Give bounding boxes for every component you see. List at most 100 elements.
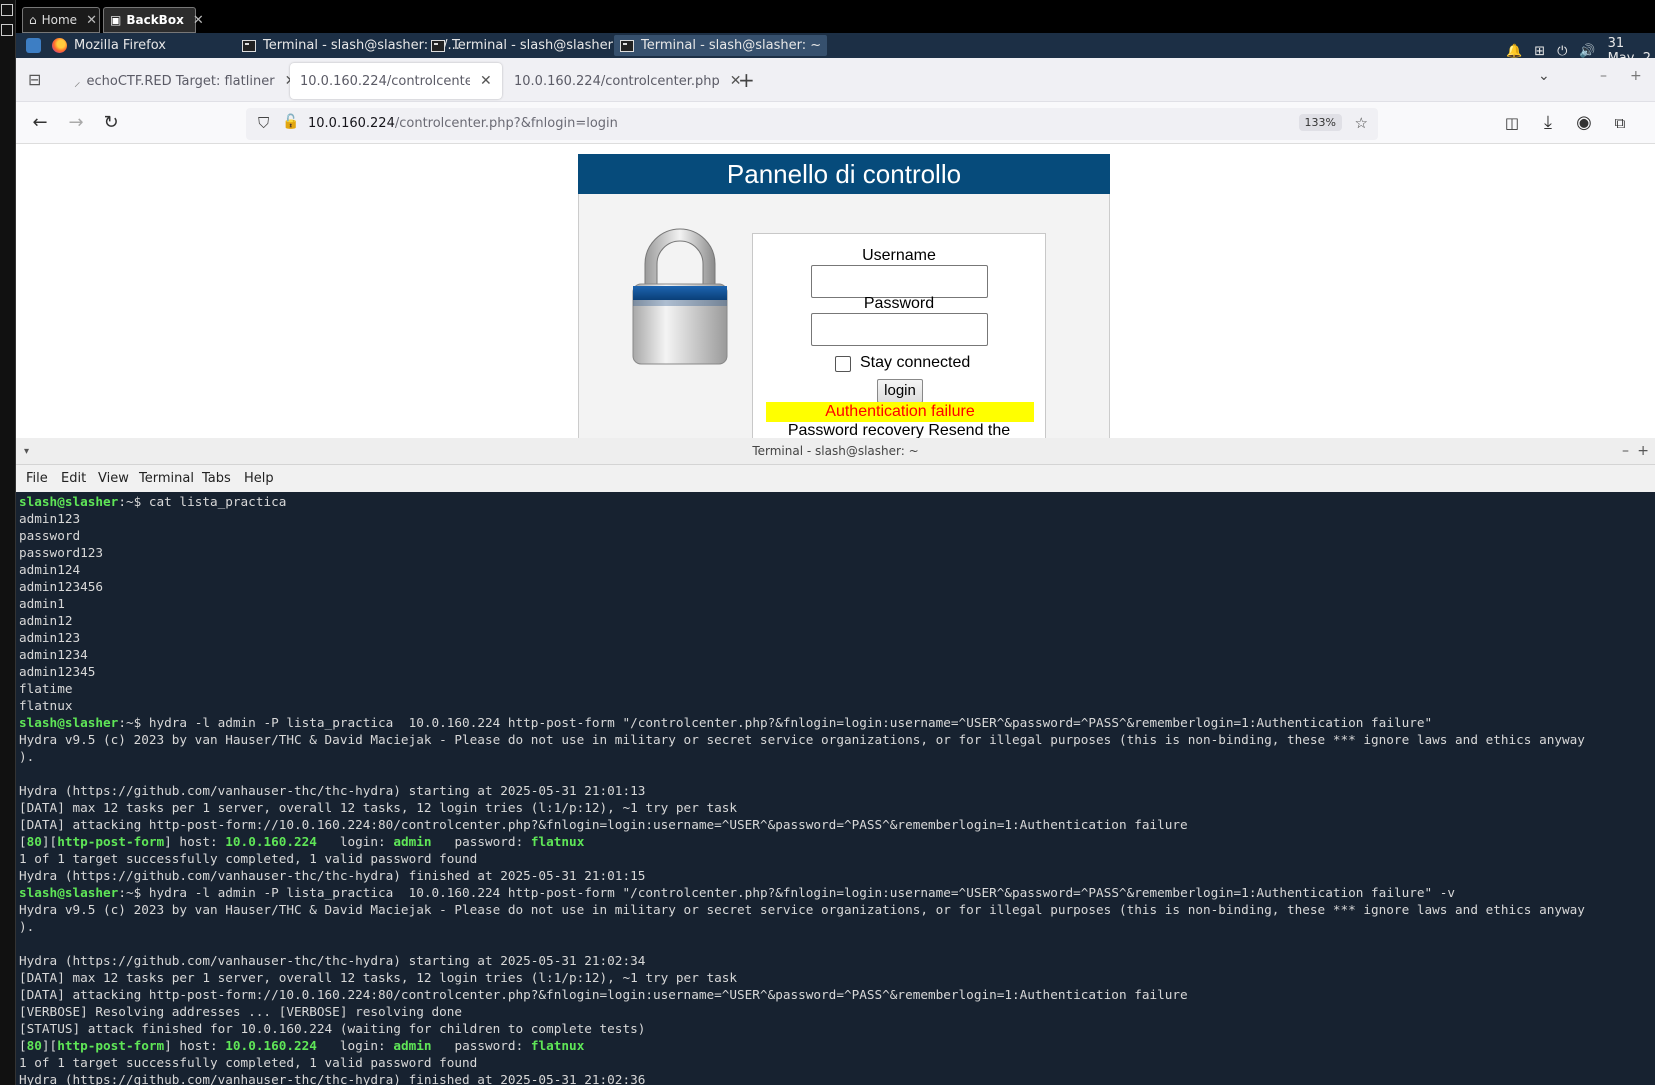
maximize-icon[interactable]: + bbox=[1630, 68, 1642, 84]
terminal-line: flatime bbox=[19, 681, 73, 696]
terminal-line: [DATA] attacking http-post-form://10.0.1… bbox=[19, 987, 1188, 1002]
terminal-line: admin124 bbox=[19, 562, 81, 577]
tab-title: 10.0.160.224/controlcenter.php?& bbox=[300, 73, 470, 89]
firefox-window: ⊟ ⸝ echoCTF.RED Target: flatliner ✕ 10.0… bbox=[16, 58, 1655, 438]
bookmark-star-icon[interactable]: ☆ bbox=[1355, 114, 1368, 132]
control-panel: Username Password Stay connected login A… bbox=[578, 194, 1110, 438]
terminal-line: admin1234 bbox=[19, 647, 88, 662]
insecure-lock-icon[interactable]: 🔓 bbox=[282, 114, 299, 130]
zoom-badge[interactable]: 133% bbox=[1298, 114, 1342, 131]
terminal-menubar: File Edit View Terminal Tabs Help bbox=[16, 465, 1655, 492]
reload-icon[interactable]: ↻ bbox=[99, 111, 123, 135]
firefox-icon bbox=[52, 38, 67, 53]
menu-tabs[interactable]: Tabs bbox=[202, 471, 231, 486]
close-icon[interactable]: ✕ bbox=[480, 73, 492, 89]
vm-tab-home[interactable]: ⌂ Home ✕ bbox=[22, 7, 100, 33]
window-menu-icon[interactable]: ▾ bbox=[24, 438, 29, 465]
power-icon[interactable]: ⏻ bbox=[1557, 44, 1567, 59]
terminal-line: flatnux bbox=[19, 698, 73, 713]
found-module: http-post-form bbox=[57, 834, 165, 849]
terminal-line: [DATA] attacking http-post-form://10.0.1… bbox=[19, 817, 1188, 832]
terminal-line: admin12345 bbox=[19, 664, 96, 679]
found-label: password: bbox=[431, 834, 531, 849]
menu-help[interactable]: Help bbox=[244, 471, 274, 486]
pocket-icon[interactable]: ◫ bbox=[1500, 111, 1524, 135]
app-menu-button[interactable] bbox=[20, 35, 47, 56]
menu-terminal[interactable]: Terminal bbox=[139, 471, 194, 486]
minimize-icon[interactable]: – bbox=[1622, 438, 1629, 465]
password-input[interactable] bbox=[811, 313, 988, 346]
task-label: Terminal - slash@slasher: ~ bbox=[452, 38, 633, 53]
browser-tab-echoctf[interactable]: ⸝ echoCTF.RED Target: flatliner ✕ bbox=[64, 63, 296, 99]
terminal-line: Hydra v9.5 (c) 2023 by van Hauser/THC & … bbox=[19, 902, 1585, 917]
minimize-icon[interactable]: – bbox=[1600, 68, 1607, 84]
terminal-line: 1 of 1 target successfully completed, 1 … bbox=[19, 1055, 478, 1070]
terminal-line: Hydra (https://github.com/vanhauser-thc/… bbox=[19, 783, 646, 798]
menu-file[interactable]: File bbox=[26, 471, 48, 486]
terminal-line: slash@slasher:~$ hydra -l admin -P lista… bbox=[19, 714, 1432, 731]
terminal-window: ▾ Terminal - slash@slasher: ~ – + File E… bbox=[16, 438, 1655, 1085]
tab-overview-icon[interactable]: ⊟ bbox=[28, 70, 41, 89]
back-icon[interactable]: ← bbox=[28, 111, 52, 135]
found-password: flatnux bbox=[530, 1038, 585, 1053]
terminal-line: password bbox=[19, 528, 81, 543]
maximize-icon[interactable]: + bbox=[1637, 438, 1649, 465]
terminal-output[interactable]: slash@slasher:~$ cat lista_practica admi… bbox=[16, 492, 1655, 1085]
page-favicon: ⸝ bbox=[74, 75, 81, 90]
vm-tab-bar: ⌂ Home ✕ ▣ BackBox ✕ bbox=[0, 0, 1655, 36]
forward-icon[interactable]: → bbox=[64, 111, 88, 135]
found-label: host: bbox=[171, 834, 226, 849]
close-icon[interactable]: ✕ bbox=[86, 13, 97, 28]
url-bar[interactable]: ⛉ 🔓 10.0.160.224/controlcenter.php?&fnlo… bbox=[246, 108, 1378, 140]
browser-tab-controlcenter-active[interactable]: 10.0.160.224/controlcenter.php?& ✕ bbox=[290, 63, 502, 99]
tab-title: echoCTF.RED Target: flatliner bbox=[86, 73, 275, 89]
download-icon[interactable]: ⤓ bbox=[1536, 111, 1560, 135]
command-text: hydra -l admin -P lista_practica 10.0.16… bbox=[148, 715, 1433, 730]
menu-edit[interactable]: Edit bbox=[61, 471, 86, 486]
collapse-icon[interactable] bbox=[1, 4, 13, 16]
volume-icon[interactable]: 🔊 bbox=[1579, 44, 1595, 59]
password-label: Password bbox=[863, 295, 935, 312]
close-icon[interactable]: ✕ bbox=[193, 13, 204, 28]
terminal-line: Hydra (https://github.com/vanhauser-thc/… bbox=[19, 953, 646, 968]
task-label: Mozilla Firefox bbox=[74, 38, 166, 53]
notification-bell-icon[interactable]: 🔔 bbox=[1506, 44, 1522, 59]
found-label: host: bbox=[171, 1038, 226, 1053]
network-icon[interactable]: ⊞ bbox=[1534, 44, 1545, 59]
password-recovery-links[interactable]: Password recovery Resend the bbox=[753, 422, 1045, 438]
url-path: /controlcenter.php?&fnlogin=login bbox=[394, 116, 618, 131]
terminal-line: [80][http-post-form] host: 10.0.160.224 … bbox=[19, 834, 585, 849]
terminal-line: Hydra (https://github.com/vanhauser-thc/… bbox=[19, 1072, 646, 1085]
prompt-path: :~$ bbox=[118, 885, 149, 900]
shield-icon[interactable]: ⛉ bbox=[258, 114, 269, 132]
vm-tab-label: Home bbox=[41, 13, 78, 27]
login-button[interactable]: login bbox=[877, 379, 923, 403]
found-login: admin bbox=[393, 1038, 432, 1053]
home-icon: ⌂ bbox=[29, 13, 37, 27]
terminal-line: Hydra v9.5 (c) 2023 by van Hauser/THC & … bbox=[19, 732, 1585, 747]
url-host: 10.0.160.224 bbox=[308, 116, 395, 131]
extensions-icon[interactable]: ⧉ bbox=[1608, 111, 1632, 135]
prompt-path: :~$ bbox=[118, 494, 149, 509]
task-terminal-2[interactable]: Terminal - slash@slasher: ~ bbox=[425, 35, 638, 56]
task-firefox[interactable]: Mozilla Firefox bbox=[46, 35, 172, 56]
found-host: 10.0.160.224 bbox=[225, 1038, 317, 1053]
terminal-line: [DATA] max 12 tasks per 1 server, overal… bbox=[19, 800, 738, 815]
stay-connected-checkbox[interactable] bbox=[835, 356, 851, 372]
vm-tab-backbox[interactable]: ▣ BackBox ✕ bbox=[103, 7, 204, 33]
found-label: login: bbox=[316, 1038, 394, 1053]
new-tab-icon[interactable]: + bbox=[738, 68, 755, 92]
account-icon[interactable]: ◉ bbox=[1572, 111, 1596, 135]
task-terminal-3[interactable]: Terminal - slash@slasher: ~ bbox=[614, 35, 828, 56]
page-content: Pannello di controllo Username Password … bbox=[16, 144, 1655, 438]
username-input[interactable] bbox=[811, 265, 988, 298]
url-text[interactable]: 10.0.160.224/controlcenter.php?&fnlogin=… bbox=[308, 116, 618, 131]
found-label: password: bbox=[431, 1038, 531, 1053]
menu-view[interactable]: View bbox=[98, 471, 129, 486]
list-tabs-chevron-icon[interactable]: ⌄ bbox=[1538, 68, 1550, 84]
terminal-icon bbox=[242, 39, 256, 52]
username-label: Username bbox=[862, 247, 936, 264]
menu-icon[interactable] bbox=[1, 24, 13, 36]
login-form: Username Password Stay connected login A… bbox=[752, 233, 1046, 438]
browser-tab-controlcenter[interactable]: 10.0.160.224/controlcenter.php ✕ bbox=[504, 63, 742, 99]
